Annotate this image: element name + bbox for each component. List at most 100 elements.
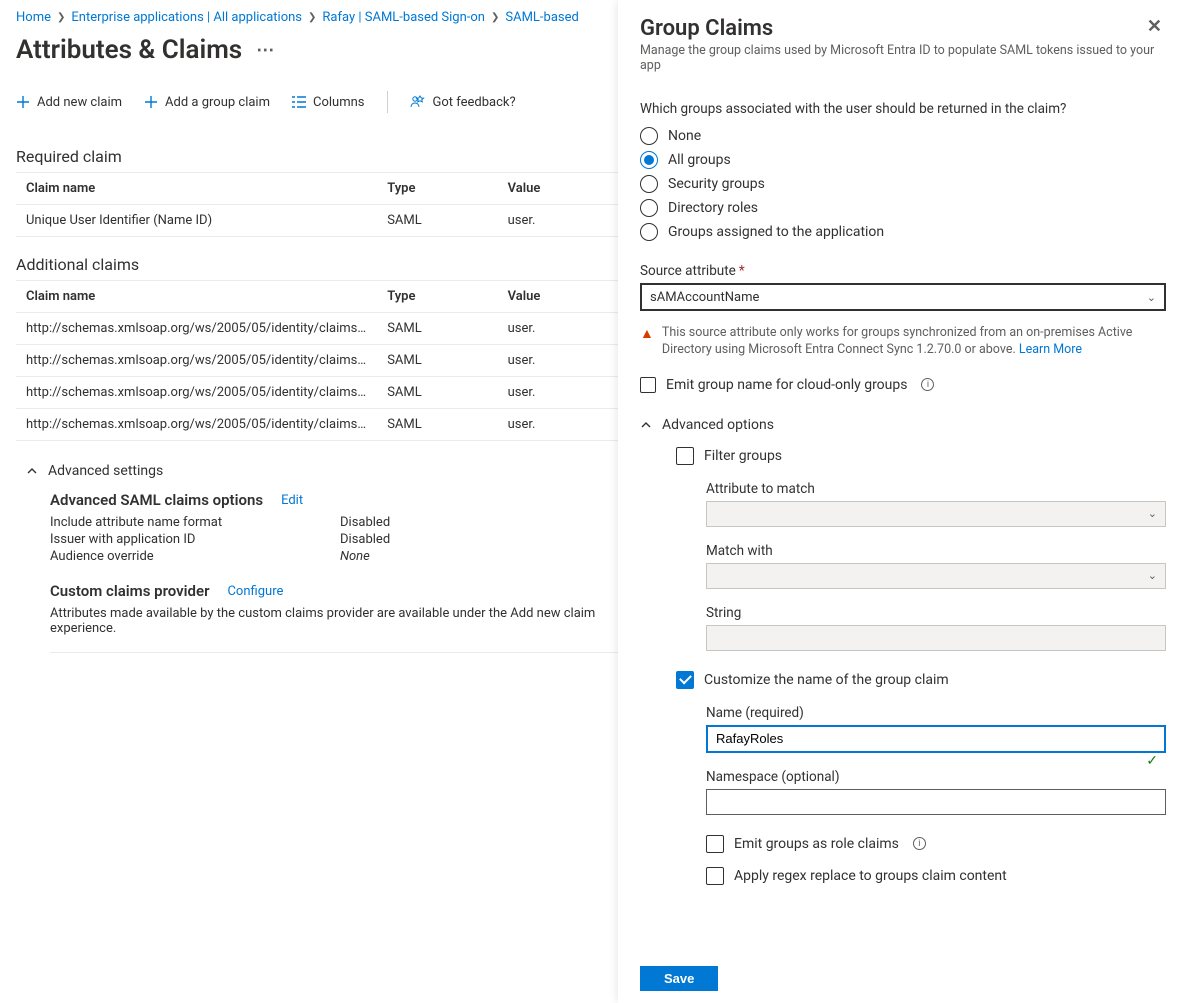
radio-label: None (668, 128, 701, 144)
chevron-down-icon: ⌄ (1148, 569, 1157, 582)
kv-row: Issuer with application ID Disabled (50, 532, 618, 547)
breadcrumb-rafay-saml[interactable]: Rafay | SAML-based Sign-on (322, 10, 485, 25)
checkbox-icon (706, 835, 724, 853)
panel-title: Group Claims (640, 16, 773, 41)
more-actions-icon[interactable]: ⋯ (256, 40, 275, 61)
breadcrumb: Home ❯ Enterprise applications | All app… (16, 10, 618, 25)
configure-link[interactable]: Configure (227, 584, 283, 599)
radio-icon (640, 175, 658, 193)
col-type[interactable]: Type (377, 281, 497, 313)
col-type[interactable]: Type (377, 173, 497, 205)
radio-label: All groups (668, 152, 731, 168)
page-title-text: Attributes & Claims (16, 35, 242, 65)
add-new-claim-button[interactable]: Add new claim (16, 95, 122, 110)
breadcrumb-home[interactable]: Home (16, 10, 51, 25)
customize-name-checkbox[interactable]: Customize the name of the group claim (676, 671, 1166, 689)
string-input (706, 625, 1166, 651)
source-attribute-value: sAMAccountName (650, 290, 759, 305)
col-value[interactable]: Value (498, 173, 618, 205)
advanced-options-toggle[interactable]: Advanced options (640, 417, 1166, 433)
name-input[interactable] (706, 725, 1166, 753)
feedback-button[interactable]: Got feedback? (410, 95, 516, 110)
table-row[interactable]: Unique User Identifier (Name ID) SAML us… (16, 205, 618, 237)
name-label: Name (required) (706, 705, 1166, 721)
cell-type: SAML (377, 409, 497, 441)
advanced-saml-options-title: Advanced SAML claims options (50, 491, 263, 509)
edit-link[interactable]: Edit (281, 493, 303, 508)
kv-value: None (340, 549, 370, 564)
info-icon[interactable]: i (913, 837, 926, 850)
groups-question: Which groups associated with the user sh… (640, 101, 1166, 117)
table-row[interactable]: http://schemas.xmlsoap.org/ws/2005/05/id… (16, 345, 618, 377)
source-attribute-select[interactable]: sAMAccountName ⌄ (640, 283, 1166, 311)
checkbox-label: Apply regex replace to groups claim cont… (734, 868, 1007, 884)
toolbar-separator (387, 91, 388, 113)
emit-cloud-only-checkbox[interactable]: Emit group name for cloud-only groups i (640, 377, 1166, 393)
radio-assigned-groups[interactable]: Groups assigned to the application (640, 223, 1166, 241)
advanced-saml-options-heading: Advanced SAML claims options Edit (50, 491, 618, 509)
group-claims-panel: Group Claims ✕ Manage the group claims u… (618, 0, 1180, 1003)
kv-value: Disabled (340, 515, 390, 530)
checkbox-label: Emit groups as role claims (734, 836, 899, 852)
table-row[interactable]: http://schemas.xmlsoap.org/ws/2005/05/id… (16, 409, 618, 441)
page-title: Attributes & Claims ⋯ (16, 35, 618, 65)
breadcrumb-enterprise-apps[interactable]: Enterprise applications | All applicatio… (71, 10, 302, 25)
check-icon: ✓ (1146, 753, 1158, 769)
cell-value: user. (498, 205, 618, 237)
match-with-label: Match with (706, 543, 1166, 559)
radio-none[interactable]: None (640, 127, 1166, 145)
additional-claims-table: Claim name Type Value http://schemas.xml… (16, 280, 618, 441)
close-icon[interactable]: ✕ (1143, 16, 1166, 38)
columns-button[interactable]: Columns (292, 95, 365, 110)
advanced-settings-toggle[interactable]: Advanced settings (26, 463, 618, 479)
save-button[interactable]: Save (640, 966, 718, 991)
namespace-label: Namespace (optional) (706, 769, 1166, 785)
table-row[interactable]: http://schemas.xmlsoap.org/ws/2005/05/id… (16, 377, 618, 409)
feedback-label: Got feedback? (433, 95, 516, 110)
apply-regex-checkbox[interactable]: Apply regex replace to groups claim cont… (706, 867, 1166, 885)
attribute-to-match-select: ⌄ (706, 501, 1166, 527)
learn-more-link[interactable]: Learn More (1019, 342, 1082, 357)
cell-claim-name: http://schemas.xmlsoap.org/ws/2005/05/id… (16, 409, 377, 441)
plus-icon (144, 95, 158, 109)
cell-value: user. (498, 409, 618, 441)
radio-label: Groups assigned to the application (668, 224, 884, 240)
radio-directory-roles[interactable]: Directory roles (640, 199, 1166, 217)
radio-all-groups[interactable]: All groups (640, 151, 1166, 169)
additional-claims-heading: Additional claims (16, 255, 618, 274)
breadcrumb-saml-based[interactable]: SAML-based (505, 10, 578, 25)
attribute-to-match-label: Attribute to match (706, 481, 1166, 497)
chevron-up-icon (26, 465, 38, 477)
custom-claims-provider-note: Attributes made available by the custom … (50, 606, 618, 636)
namespace-input[interactable] (706, 789, 1166, 815)
radio-icon (640, 127, 658, 145)
advanced-options-label: Advanced options (662, 417, 774, 433)
checkbox-label: Filter groups (704, 448, 782, 464)
kv-key: Include attribute name format (50, 515, 340, 530)
table-row[interactable]: http://schemas.xmlsoap.org/ws/2005/05/id… (16, 313, 618, 345)
chevron-right-icon: ❯ (491, 12, 499, 23)
filter-groups-checkbox[interactable]: Filter groups (676, 447, 1166, 465)
radio-label: Directory roles (668, 200, 758, 216)
chevron-up-icon (640, 419, 652, 431)
col-claim-name[interactable]: Claim name (16, 173, 377, 205)
cell-value: user. (498, 377, 618, 409)
col-value[interactable]: Value (498, 281, 618, 313)
main-content: Home ❯ Enterprise applications | All app… (0, 0, 618, 653)
toolbar: Add new claim Add a group claim Columns … (16, 83, 618, 129)
chevron-right-icon: ❯ (57, 12, 65, 23)
checkbox-icon (676, 447, 694, 465)
required-claim-heading: Required claim (16, 147, 618, 166)
emit-role-claims-checkbox[interactable]: Emit groups as role claims i (706, 835, 1166, 853)
info-icon[interactable]: i (921, 378, 934, 391)
cell-claim-name: http://schemas.xmlsoap.org/ws/2005/05/id… (16, 377, 377, 409)
add-group-claim-button[interactable]: Add a group claim (144, 95, 270, 110)
col-claim-name[interactable]: Claim name (16, 281, 377, 313)
radio-icon (640, 151, 658, 169)
plus-icon (16, 95, 30, 109)
radio-security-groups[interactable]: Security groups (640, 175, 1166, 193)
columns-icon (292, 96, 306, 108)
cell-claim-name: http://schemas.xmlsoap.org/ws/2005/05/id… (16, 345, 377, 377)
string-label: String (706, 605, 1166, 621)
warning-icon: ▲ (640, 327, 654, 359)
